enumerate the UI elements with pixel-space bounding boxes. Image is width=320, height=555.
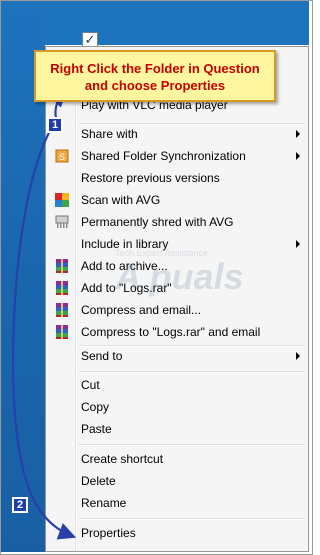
arrow-to-properties [11,119,77,540]
step-badge-2: 2 [12,497,28,513]
callout-line-1: Right Click the Folder in Question [50,61,260,76]
callout-line-2: and choose Properties [84,78,226,93]
instruction-callout: Right Click the Folder in Question and c… [34,50,276,102]
step-badge-1: 1 [47,117,63,133]
